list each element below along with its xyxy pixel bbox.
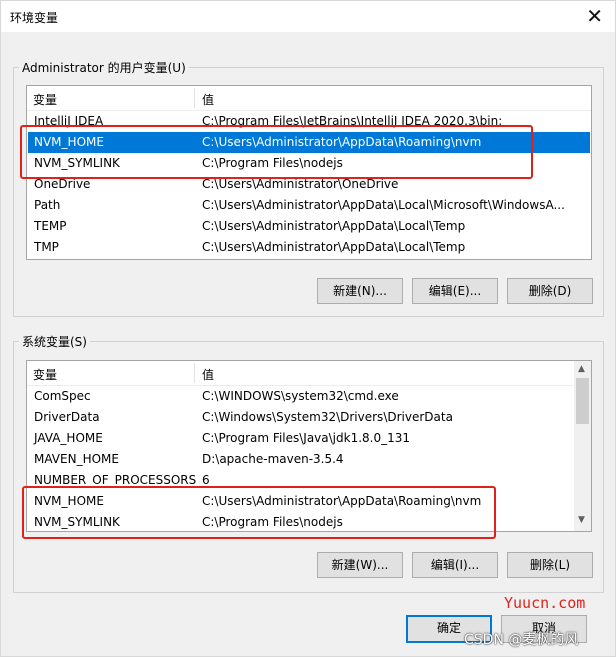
scroll-up-icon[interactable]: ▲ xyxy=(578,364,585,374)
row-name: MAVEN_HOME xyxy=(34,452,119,466)
environment-variables-dialog: 环境变量 ✕ Administrator 的用户变量(U) 变量 值 Intel… xyxy=(0,0,616,657)
system-variables-label: 系统变量(S) xyxy=(19,333,90,350)
row-name: IntelliJ IDEA xyxy=(34,114,104,128)
user-edit-button[interactable]: 编辑(E)... xyxy=(412,278,498,304)
system-variables-list[interactable]: 变量 值 ComSpec C:\WINDOWS\system32\cmd.exe… xyxy=(26,360,592,532)
table-row[interactable]: JAVA_HOME C:\Program Files\Java\jdk1.8.0… xyxy=(28,428,574,449)
row-value: C:\Users\Administrator\AppData\Roaming\n… xyxy=(202,494,482,508)
csdn-watermark: CSDN @麦枫的风 xyxy=(464,632,579,648)
column-header-name[interactable]: 变量 xyxy=(33,91,57,108)
row-name: NUMBER_OF_PROCESSORS xyxy=(34,473,197,487)
column-header-name[interactable]: 变量 xyxy=(33,366,57,383)
table-row[interactable]: TEMP C:\Users\Administrator\AppData\Loca… xyxy=(28,216,590,237)
title-bar: 环境变量 ✕ xyxy=(1,1,615,32)
column-header-value[interactable]: 值 xyxy=(202,91,214,108)
row-name: Path xyxy=(34,198,61,212)
user-new-button[interactable]: 新建(N)... xyxy=(317,278,403,304)
row-value: C:\Users\Administrator\OneDrive xyxy=(202,177,399,191)
row-value: C:\Program Files\nodejs xyxy=(202,156,343,170)
row-name: NVM_SYMLINK xyxy=(34,515,120,529)
row-value: C:\Program Files\JetBrains\IntelliJ IDEA… xyxy=(202,114,503,128)
row-name: NVM_HOME xyxy=(34,494,104,508)
row-value: C:\Users\Administrator\AppData\Roaming\n… xyxy=(202,135,482,149)
table-row[interactable]: Path C:\Users\Administrator\AppData\Loca… xyxy=(28,195,590,216)
table-row[interactable]: ComSpec C:\WINDOWS\system32\cmd.exe xyxy=(28,386,574,407)
table-row[interactable]: OneDrive C:\Users\Administrator\OneDrive xyxy=(28,174,590,195)
table-row[interactable]: IntelliJ IDEA C:\Program Files\JetBrains… xyxy=(28,111,590,132)
site-watermark: Yuucn.com xyxy=(504,594,586,612)
table-row[interactable]: NVM_SYMLINK C:\Program Files\nodejs xyxy=(28,153,590,174)
row-name: ComSpec xyxy=(34,389,91,403)
row-name: TMP xyxy=(34,240,59,254)
row-name: NVM_SYMLINK xyxy=(34,156,120,170)
window-title: 环境变量 xyxy=(10,11,59,25)
user-delete-button[interactable]: 删除(D) xyxy=(507,278,593,304)
table-row[interactable]: NVM_HOME C:\Users\Administrator\AppData\… xyxy=(28,491,574,512)
row-value: C:\WINDOWS\system32\cmd.exe xyxy=(202,389,399,403)
table-row[interactable]: NVM_SYMLINK C:\Program Files\nodejs xyxy=(28,512,574,531)
vertical-scrollbar[interactable]: ▲ ▼ xyxy=(574,361,591,531)
row-value: D:\apache-maven-3.5.4 xyxy=(202,452,344,466)
row-name: TEMP xyxy=(34,219,67,233)
user-variables-label: Administrator 的用户变量(U) xyxy=(19,59,189,76)
table-row[interactable]: NUMBER_OF_PROCESSORS 6 xyxy=(28,470,574,491)
row-name: OneDrive xyxy=(34,177,91,191)
column-divider[interactable] xyxy=(194,363,195,383)
row-value: C:\Users\Administrator\AppData\Local\Mic… xyxy=(202,198,565,212)
system-new-button[interactable]: 新建(W)... xyxy=(317,552,403,578)
row-value: 6 xyxy=(202,473,210,487)
table-row[interactable]: MAVEN_HOME D:\apache-maven-3.5.4 xyxy=(28,449,574,470)
row-value: C:\Program Files\nodejs xyxy=(202,515,343,529)
column-header-value[interactable]: 值 xyxy=(202,366,214,383)
row-value: C:\Users\Administrator\AppData\Local\Tem… xyxy=(202,240,466,254)
scroll-down-icon[interactable]: ▼ xyxy=(578,515,585,525)
row-value: C:\Windows\System32\Drivers\DriverData xyxy=(202,410,453,424)
table-row[interactable]: DriverData C:\Windows\System32\Drivers\D… xyxy=(28,407,574,428)
list-header: 变量 值 xyxy=(27,361,591,386)
row-value: C:\Program Files\Java\jdk1.8.0_131 xyxy=(202,431,411,445)
close-icon[interactable]: ✕ xyxy=(586,4,603,28)
system-edit-button[interactable]: 编辑(I)... xyxy=(412,552,498,578)
user-variables-list[interactable]: 变量 值 IntelliJ IDEA C:\Program Files\JetB… xyxy=(26,85,592,260)
row-name: NVM_HOME xyxy=(34,135,104,149)
row-value: C:\Users\Administrator\AppData\Local\Tem… xyxy=(202,219,466,233)
table-row-selected[interactable]: NVM_HOME C:\Users\Administrator\AppData\… xyxy=(28,132,590,153)
system-delete-button[interactable]: 删除(L) xyxy=(507,552,593,578)
table-row[interactable]: TMP C:\Users\Administrator\AppData\Local… xyxy=(28,237,590,258)
scrollbar-thumb[interactable] xyxy=(576,378,589,424)
list-header: 变量 值 xyxy=(27,86,591,111)
row-name: JAVA_HOME xyxy=(34,431,103,445)
column-divider[interactable] xyxy=(194,88,195,108)
row-name: DriverData xyxy=(34,410,100,424)
